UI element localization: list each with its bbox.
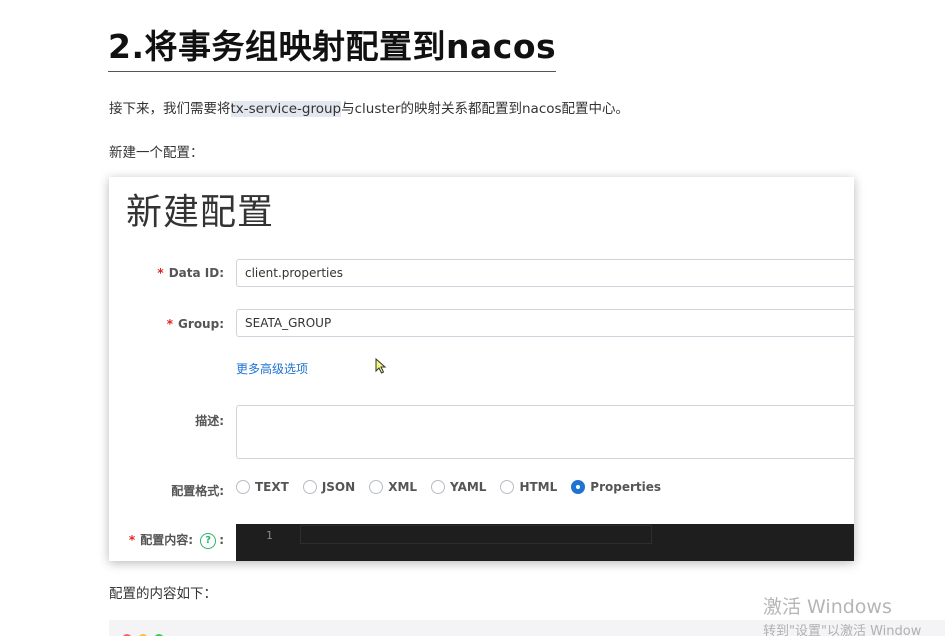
- radio-button[interactable]: [302, 480, 317, 494]
- format-label: 配置格式:: [171, 484, 224, 498]
- format-option-xml[interactable]: XML: [369, 480, 417, 494]
- intro-paragraph: 接下来，我们需要将tx-service-group与cluster的映射关系都配…: [109, 97, 629, 117]
- format-radio-group: TEXT JSON XML YAML HTML Properties: [236, 480, 675, 494]
- windows-activation-watermark-subtitle: 转到"设置"以激活 Window: [763, 624, 922, 636]
- help-icon[interactable]: ?: [200, 532, 217, 549]
- content-paragraph: 配置的内容如下：: [109, 586, 217, 602]
- radio-button[interactable]: [500, 480, 515, 494]
- new-config-paragraph: 新建一个配置：: [109, 145, 204, 161]
- required-mark: *: [157, 266, 164, 280]
- format-option-text[interactable]: TEXT: [236, 480, 289, 494]
- advanced-options-link[interactable]: 更多高级选项: [236, 360, 308, 377]
- group-input[interactable]: SEATA_GROUP: [236, 309, 854, 337]
- format-option-properties[interactable]: Properties: [571, 480, 661, 494]
- format-option-json[interactable]: JSON: [302, 480, 355, 494]
- form-title: 新建配置: [126, 192, 275, 233]
- required-mark: *: [166, 317, 174, 331]
- config-content-editor[interactable]: 1: [236, 524, 854, 561]
- radio-button[interactable]: [236, 480, 250, 494]
- radio-button[interactable]: [431, 480, 446, 494]
- intro-text-before: 接下来，我们需要将: [109, 101, 231, 117]
- content-label: * 配置内容: ?:: [128, 532, 224, 549]
- intro-text-after: 与cluster的映射关系都配置到nacos配置中心。: [341, 101, 630, 117]
- document-page: 2.将事务组映射配置到nacos 接下来，我们需要将tx-service-gro…: [0, 0, 945, 636]
- data-id-input[interactable]: client.properties: [236, 259, 854, 287]
- data-id-label: * Data ID:: [157, 266, 224, 280]
- description-textarea[interactable]: [236, 405, 854, 459]
- description-label: 描述:: [195, 414, 224, 428]
- required-mark: *: [128, 533, 136, 547]
- radio-button-selected[interactable]: [571, 480, 586, 494]
- radio-button[interactable]: [369, 480, 384, 494]
- inline-code-tx-service-group: tx-service-group: [230, 101, 342, 117]
- nacos-new-config-screenshot: 新建配置 * Data ID: client.properties * Group:…: [109, 177, 854, 561]
- format-option-yaml[interactable]: YAML: [431, 480, 486, 494]
- windows-activation-watermark-title: 激活 Windows: [763, 596, 892, 618]
- page-title: 2.将事务组映射配置到nacos: [108, 20, 557, 72]
- mouse-cursor-icon: [375, 358, 387, 374]
- group-label: * Group:: [166, 317, 224, 331]
- line-number: 1: [266, 529, 273, 542]
- current-line-highlight: [300, 525, 652, 544]
- format-option-html[interactable]: HTML: [500, 480, 557, 494]
